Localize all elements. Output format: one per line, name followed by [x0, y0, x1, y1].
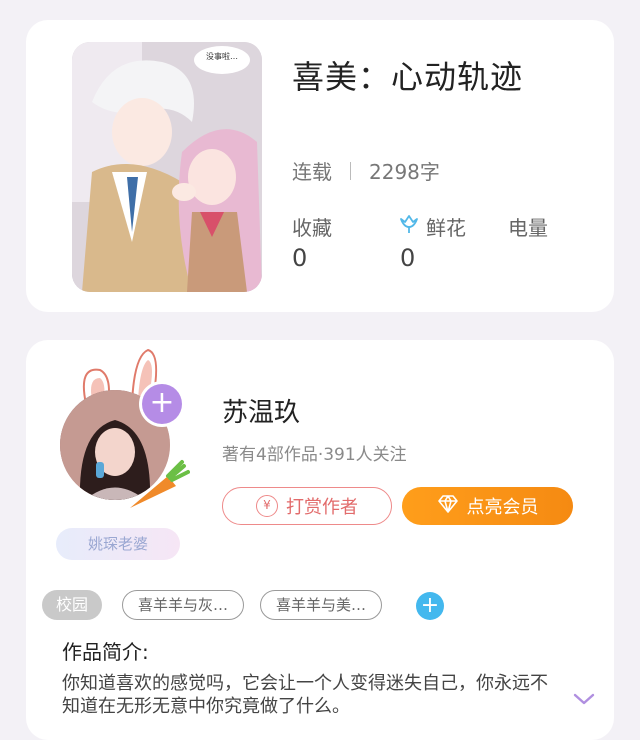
yuan-coin-icon: ¥: [256, 495, 278, 517]
stat-collect[interactable]: 收藏: [292, 212, 332, 241]
tag-item[interactable]: 喜羊羊与美…: [260, 590, 382, 620]
tag-item[interactable]: 喜羊羊与灰…: [122, 590, 244, 620]
cover-speech-text: 没事啦…: [206, 52, 238, 61]
carrot-decoration: [130, 460, 190, 508]
book-cover-image[interactable]: 没事啦…: [72, 42, 262, 292]
intro-text: 你知道喜欢的感觉吗，它会让一个人变得迷失自己，你永远不知道在无形无意中你究竟做了…: [62, 673, 548, 717]
intro-label: 作品简介:: [62, 640, 149, 664]
stat-collect-value: 0: [292, 244, 308, 272]
flower-icon: [398, 213, 420, 240]
chevron-down-icon[interactable]: [572, 690, 596, 708]
book-status: 连载: [292, 160, 332, 184]
stat-flower[interactable]: 鲜花: [398, 212, 466, 241]
author-fan-badge: 姚琛老婆: [56, 528, 180, 560]
stat-power-label: 电量: [508, 216, 548, 240]
meta-divider: [350, 161, 351, 180]
author-name[interactable]: 苏温玖: [222, 392, 300, 429]
vip-label: 点亮会员: [466, 497, 539, 518]
stat-flower-label: 鲜花: [426, 216, 466, 240]
tip-author-button[interactable]: ¥ 打赏作者: [222, 487, 392, 525]
stat-collect-label: 收藏: [292, 216, 332, 240]
diamond-icon: [437, 494, 459, 518]
book-meta: 连载 2298字: [292, 156, 440, 185]
stat-flower-value: 0: [400, 244, 416, 272]
word-count: 2298字: [369, 160, 440, 184]
follow-plus-button[interactable]: +: [142, 384, 182, 424]
stat-power[interactable]: 电量: [508, 212, 548, 241]
author-meta: 著有4部作品·391人关注: [222, 445, 407, 465]
vip-button[interactable]: 点亮会员: [402, 487, 573, 525]
add-tag-button[interactable]: +: [416, 592, 444, 620]
tip-author-label: 打赏作者: [286, 497, 358, 518]
tag-campus[interactable]: 校园: [42, 590, 102, 620]
book-title: 喜美：心动轨迹: [292, 58, 524, 96]
